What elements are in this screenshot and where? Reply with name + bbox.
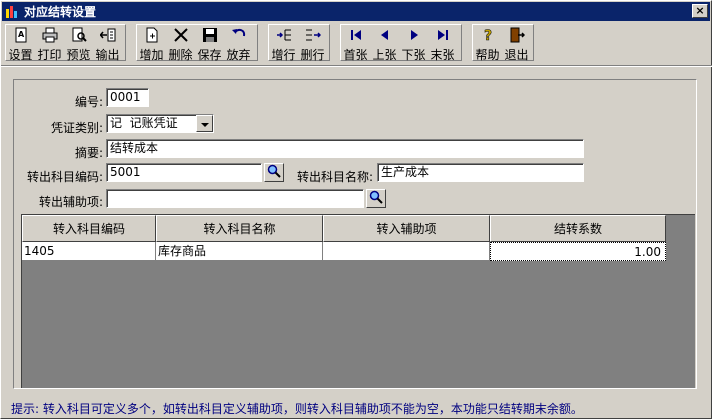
out-account-name-field: 生产成本 — [377, 163, 584, 182]
last-record-button[interactable]: 末张 — [428, 25, 457, 62]
delete-row-icon — [305, 27, 321, 46]
add-button[interactable]: 增加 — [137, 25, 166, 62]
cell-in-aux[interactable] — [323, 242, 490, 261]
out-aux-field[interactable] — [106, 189, 364, 208]
preview-button[interactable]: 预览 — [64, 25, 93, 62]
app-icon — [4, 4, 20, 20]
undo-icon — [231, 27, 247, 46]
summary-label: 摘要: — [74, 146, 103, 160]
out-account-name-label: 转出科目名称: — [296, 170, 373, 184]
col-header-in-account-code[interactable]: 转入科目编码 — [22, 215, 156, 242]
transfer-in-grid: 转入科目编码 转入科目名称 转入辅助项 结转系数 1405 库存商品 1.00 — [21, 214, 695, 388]
voucher-type-dropdown-button[interactable] — [196, 115, 213, 132]
preview-icon — [71, 27, 87, 46]
add-page-icon — [144, 27, 160, 46]
delete-x-icon — [173, 27, 189, 46]
summary-field[interactable]: 结转成本 — [106, 139, 584, 158]
number-field[interactable]: 0001 — [106, 88, 149, 107]
cell-in-account-name[interactable]: 库存商品 — [156, 242, 323, 261]
prev-record-icon — [377, 27, 393, 46]
out-aux-label: 转出辅助项: — [38, 195, 103, 209]
close-button[interactable]: × — [692, 4, 708, 18]
out-account-code-label: 转出科目编码: — [26, 170, 103, 184]
discard-button[interactable]: 放弃 — [224, 25, 253, 62]
page-setup-icon: A — [13, 27, 29, 46]
toolbar-group-print: A 设置 打印 预览 输出 — [5, 24, 126, 62]
cell-in-account-code[interactable]: 1405 — [22, 242, 156, 261]
prev-record-button[interactable]: 上张 — [370, 25, 399, 62]
table-row[interactable]: 1405 库存商品 1.00 — [22, 242, 666, 261]
toolbar-separator — [1, 65, 712, 67]
chevron-down-icon — [200, 117, 209, 131]
help-icon: ? — [480, 27, 496, 46]
add-row-icon — [276, 27, 292, 46]
voucher-type-label: 凭证类别: — [50, 121, 103, 135]
grid-header: 转入科目编码 转入科目名称 转入辅助项 结转系数 — [22, 215, 666, 242]
hint-text: 提示: 转入科目可定义多个，如转出科目定义辅助项，则转入科目辅助项不能为空，本功… — [11, 402, 583, 416]
toolbar-group-rows: 增行 删行 — [268, 24, 330, 62]
delete-row-button[interactable]: 删行 — [298, 25, 327, 62]
col-header-coefficient[interactable]: 结转系数 — [490, 215, 666, 242]
save-button[interactable]: 保存 — [195, 25, 224, 62]
transfer-settings-window: 对应结转设置 × A 设置 打印 预览 输出 增加 删除 保存 放弃 增行 删行… — [0, 0, 712, 419]
window-title: 对应结转设置 — [24, 5, 97, 19]
toolbar-group-app: ? 帮助 退出 — [472, 24, 534, 62]
floppy-icon — [202, 27, 218, 46]
settings-button[interactable]: A 设置 — [6, 25, 35, 62]
printer-icon — [42, 27, 58, 46]
export-icon — [99, 27, 116, 46]
first-record-icon — [348, 27, 364, 46]
toolbar-group-edit: 增加 删除 保存 放弃 — [136, 24, 258, 62]
col-header-in-aux[interactable]: 转入辅助项 — [323, 215, 490, 242]
exit-button[interactable]: 退出 — [502, 25, 531, 62]
search-icon — [267, 164, 281, 181]
out-account-code-field[interactable]: 5001 — [106, 163, 262, 182]
toolbar: A 设置 打印 预览 输出 增加 删除 保存 放弃 增行 删行 首张 上张 下张… — [5, 24, 709, 62]
out-aux-search-button[interactable] — [366, 189, 386, 208]
number-label: 编号: — [74, 95, 103, 109]
next-record-button[interactable]: 下张 — [399, 25, 428, 62]
cell-coefficient[interactable]: 1.00 — [490, 242, 666, 261]
svg-text:A: A — [18, 30, 25, 39]
toolbar-group-navigation: 首张 上张 下张 末张 — [340, 24, 462, 62]
help-button[interactable]: ? 帮助 — [473, 25, 502, 62]
delete-button[interactable]: 删除 — [166, 25, 195, 62]
title-bar: 对应结转设置 × — [2, 2, 710, 21]
out-account-search-button[interactable] — [264, 163, 284, 182]
add-row-button[interactable]: 增行 — [269, 25, 298, 62]
first-record-button[interactable]: 首张 — [341, 25, 370, 62]
exit-door-icon — [509, 27, 525, 46]
col-header-in-account-name[interactable]: 转入科目名称 — [156, 215, 323, 242]
svg-text:?: ? — [484, 28, 492, 43]
print-button[interactable]: 打印 — [35, 25, 64, 62]
next-record-icon — [406, 27, 422, 46]
search-icon — [369, 190, 383, 207]
last-record-icon — [435, 27, 451, 46]
export-button[interactable]: 输出 — [93, 25, 122, 62]
